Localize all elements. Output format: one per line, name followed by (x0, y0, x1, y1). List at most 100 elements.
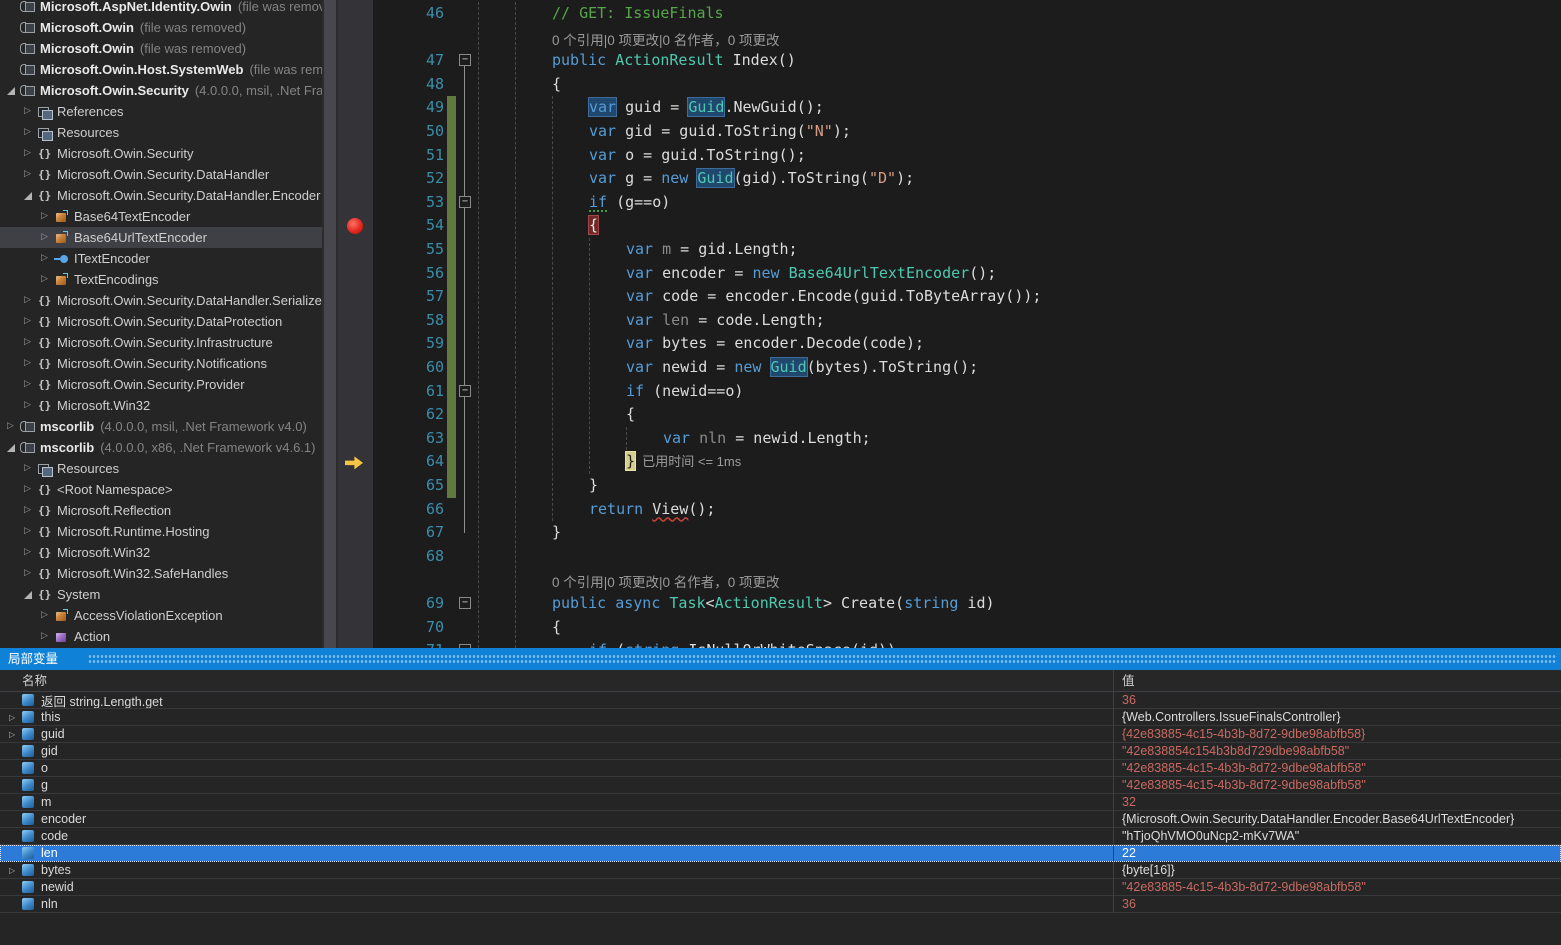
fold-toggle[interactable]: − (459, 597, 471, 609)
code-line[interactable]: var gid = guid.ToString("N"); (589, 120, 851, 144)
tree-item[interactable]: AccessViolationException (0, 605, 322, 626)
collapse-icon[interactable] (22, 189, 36, 203)
variable-name-cell[interactable]: gid (0, 743, 1113, 759)
expand-icon[interactable] (22, 126, 36, 140)
tree-item[interactable]: Microsoft.Owin.Security.DataHandler.Seri… (0, 290, 322, 311)
tree-item[interactable]: Base64TextEncoder (0, 206, 322, 227)
column-separator[interactable] (1113, 670, 1114, 913)
variable-name-cell[interactable]: 返回 string.Length.get (0, 692, 1113, 708)
tree-item[interactable]: Microsoft.Owin(file was removed) (0, 17, 322, 38)
variable-name-cell[interactable]: len (0, 845, 1113, 861)
code-line[interactable]: var o = guid.ToString(); (589, 144, 806, 168)
locals-row[interactable]: len22 (0, 845, 1561, 862)
tree-item[interactable]: Microsoft.AspNet.Identity.Owin(file was … (0, 0, 322, 17)
locals-row[interactable]: newid"42e83885-4c15-4b3b-8d72-9dbe98abfb… (0, 879, 1561, 896)
fold-toggle[interactable]: − (459, 385, 471, 397)
variable-name-cell[interactable]: nln (0, 896, 1113, 912)
variable-value[interactable]: 36 (1113, 896, 1561, 912)
code-line[interactable]: { (552, 616, 561, 640)
locals-row[interactable]: code"hTjoQhVMO0uNcp2-mKv7WA" (0, 828, 1561, 845)
expand-icon[interactable] (39, 609, 53, 623)
expand-icon[interactable] (22, 315, 36, 329)
tree-item[interactable]: Resources (0, 458, 322, 479)
tree-item[interactable]: Resources (0, 122, 322, 143)
code-line[interactable]: var encoder = new Base64UrlTextEncoder()… (626, 262, 996, 286)
expand-icon[interactable] (22, 168, 36, 182)
variable-value[interactable]: 22 (1113, 845, 1561, 861)
variable-value[interactable]: "42e83885-4c15-4b3b-8d72-9dbe98abfb58" (1113, 777, 1561, 793)
fold-toggle[interactable]: − (459, 54, 471, 66)
tree-item[interactable]: Microsoft.Owin.Security.Notifications (0, 353, 322, 374)
tree-item[interactable]: Base64UrlTextEncoder (0, 227, 322, 248)
expand-icon[interactable] (39, 630, 53, 644)
tree-item[interactable]: mscorlib(4.0.0.0, msil, .Net Framework v… (0, 416, 322, 437)
locals-row[interactable]: ▷this{Web.Controllers.IssueFinalsControl… (0, 709, 1561, 726)
locals-row[interactable]: o"42e83885-4c15-4b3b-8d72-9dbe98abfb58" (0, 760, 1561, 777)
code-line[interactable]: var guid = Guid.NewGuid(); (589, 96, 824, 120)
code-line[interactable]: if (g==o) (589, 191, 670, 215)
variable-value[interactable]: {Microsoft.Owin.Security.DataHandler.Enc… (1113, 811, 1561, 827)
code-line[interactable]: } (552, 521, 561, 545)
code-line[interactable]: { (626, 403, 635, 427)
expand-icon[interactable] (22, 483, 36, 497)
code-line[interactable]: var newid = new Guid(bytes).ToString(); (626, 356, 978, 380)
tree-item[interactable]: Action (0, 626, 322, 647)
expand-icon[interactable] (22, 336, 36, 350)
expand-icon[interactable] (22, 147, 36, 161)
codelens-indicator[interactable]: 0 个引用|0 项更改|0 名作者，0 项更改 (552, 26, 780, 50)
tree-item[interactable]: Microsoft.Owin(file was removed) (0, 38, 322, 59)
code-line[interactable]: var nln = newid.Length; (663, 427, 871, 451)
variable-name-cell[interactable]: code (0, 828, 1113, 844)
tree-scrollbar-thumb[interactable] (324, 0, 336, 648)
locals-row[interactable]: gid"42e838854c154b3b8d729dbe98abfb58" (0, 743, 1561, 760)
collapse-icon[interactable] (5, 84, 19, 98)
variable-name-cell[interactable]: newid (0, 879, 1113, 895)
code-line[interactable]: var len = code.Length; (626, 309, 825, 333)
locals-row[interactable]: g"42e83885-4c15-4b3b-8d72-9dbe98abfb58" (0, 777, 1561, 794)
codelens-indicator[interactable]: 0 个引用|0 项更改|0 名作者，0 项更改 (552, 568, 780, 592)
variable-value[interactable]: 36 (1113, 692, 1561, 708)
locals-row[interactable]: encoder{Microsoft.Owin.Security.DataHand… (0, 811, 1561, 828)
tree-scrollbar[interactable] (322, 0, 338, 648)
locals-row[interactable]: nln36 (0, 896, 1561, 913)
variable-value[interactable]: "42e83885-4c15-4b3b-8d72-9dbe98abfb58" (1113, 760, 1561, 776)
tree-item[interactable]: Microsoft.Owin.Security(4.0.0.0, msil, .… (0, 80, 322, 101)
code-line[interactable]: var m = gid.Length; (626, 238, 798, 262)
expand-icon[interactable] (22, 567, 36, 581)
tree-item[interactable]: TextEncodings (0, 269, 322, 290)
locals-row[interactable]: 返回 string.Length.get36 (0, 692, 1561, 709)
variable-name-cell[interactable]: ▷this (0, 709, 1113, 725)
variable-value[interactable]: "hTjoQhVMO0uNcp2-mKv7WA" (1113, 828, 1561, 844)
fold-toggle[interactable]: − (459, 196, 471, 208)
tree-item[interactable]: Microsoft.Owin.Host.SystemWeb(file was r… (0, 59, 322, 80)
expand-icon[interactable] (22, 525, 36, 539)
expand-icon[interactable] (39, 252, 53, 266)
code-line[interactable]: // GET: IssueFinals (552, 2, 724, 26)
collapse-icon[interactable] (5, 441, 19, 455)
fold-toggle[interactable]: − (459, 644, 471, 648)
tree-item[interactable]: Microsoft.Reflection (0, 500, 322, 521)
expand-icon[interactable]: ▷ (9, 730, 22, 739)
column-header-name[interactable]: 名称 (22, 670, 47, 692)
expand-icon[interactable] (5, 420, 19, 434)
expand-icon[interactable]: ▷ (9, 866, 22, 875)
tree-item[interactable]: Microsoft.Owin.Security.DataHandler.Enco… (0, 185, 322, 206)
variable-name-cell[interactable]: ▷bytes (0, 862, 1113, 878)
locals-panel-title[interactable]: 局部变量 (0, 648, 1561, 670)
variable-name-cell[interactable]: o (0, 760, 1113, 776)
expand-icon[interactable] (22, 105, 36, 119)
code-line[interactable]: var g = new Guid(gid).ToString("D"); (589, 167, 914, 191)
tree-item[interactable]: Microsoft.Win32.SafeHandles (0, 563, 322, 584)
breakpoint-margin[interactable] (338, 0, 373, 648)
expand-icon[interactable] (22, 462, 36, 476)
locals-row[interactable]: ▷guid{42e83885-4c15-4b3b-8d72-9dbe98abfb… (0, 726, 1561, 743)
variable-value[interactable]: {42e83885-4c15-4b3b-8d72-9dbe98abfb58} (1113, 726, 1561, 742)
collapse-icon[interactable] (22, 588, 36, 602)
variable-name-cell[interactable]: g (0, 777, 1113, 793)
tree-item[interactable]: Microsoft.Owin.Security (0, 143, 322, 164)
variable-name-cell[interactable]: m (0, 794, 1113, 810)
tree-item[interactable]: Microsoft.Runtime.Hosting (0, 521, 322, 542)
variable-value[interactable]: "42e83885-4c15-4b3b-8d72-9dbe98abfb58" (1113, 879, 1561, 895)
variable-value[interactable]: {byte[16]} (1113, 862, 1561, 878)
tree-item[interactable]: System (0, 584, 322, 605)
